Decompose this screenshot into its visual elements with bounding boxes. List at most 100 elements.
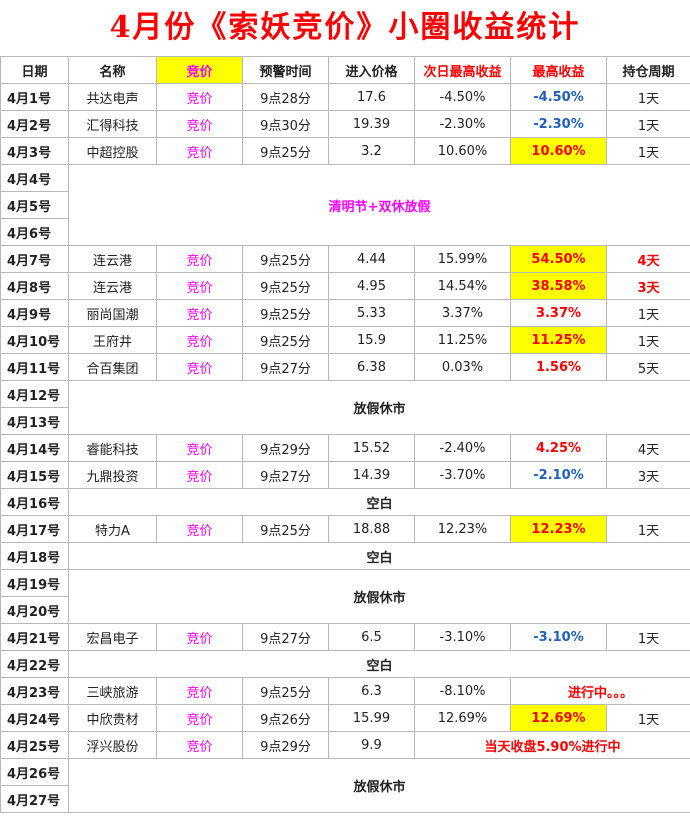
table-row: 4月11号 合百集团 竞价 9点27分 6.38 0.03% 1.56% 5天: [0, 353, 690, 381]
date-cell: 4月9号: [0, 299, 69, 327]
blank-note: 空白: [68, 650, 690, 678]
stock-name: 合百集团: [68, 353, 157, 381]
in-progress-status: 当天收盘5.90%进行中: [414, 731, 690, 759]
max-return: 12.69%: [510, 704, 607, 732]
next-day-high: -2.30%: [414, 110, 511, 138]
holding-period: 4天: [606, 245, 690, 273]
header-name: 名称: [68, 56, 157, 84]
next-day-high: 11.25%: [414, 326, 511, 354]
entry-price: 6.5: [328, 623, 415, 651]
bid-cell: 竞价: [156, 515, 243, 543]
stock-name: 丽尚国潮: [68, 299, 157, 327]
date-cell: 4月5号: [0, 191, 69, 219]
table-row: 4月8号 连云港 竞价 9点25分 4.95 14.54% 38.58% 3天: [0, 272, 690, 300]
bid-cell: 竞价: [156, 461, 243, 489]
market-closed-note: 放假休市: [68, 380, 690, 435]
table-row: 4月12号 放假休市: [0, 380, 690, 435]
holding-period: 1天: [606, 515, 690, 543]
max-return: -2.10%: [510, 461, 607, 489]
holding-period: 1天: [606, 110, 690, 138]
date-cell: 4月24号: [0, 704, 69, 732]
header-row: 日期 名称 竞价 预警时间 进入价格 次日最高收益 最高收益 持仓周期: [0, 56, 690, 84]
header-date: 日期: [0, 56, 69, 84]
holding-period: 1天: [606, 83, 690, 111]
bid-cell: 竞价: [156, 245, 243, 273]
table-row: 4月3号 中超控股 竞价 9点25分 3.2 10.60% 10.60% 1天: [0, 137, 690, 165]
date-cell: 4月3号: [0, 137, 69, 165]
table-row: 4月22号 空白: [0, 650, 690, 678]
next-day-high: 15.99%: [414, 245, 511, 273]
max-return: 11.25%: [510, 326, 607, 354]
entry-price: 6.38: [328, 353, 415, 381]
date-cell: 4月10号: [0, 326, 69, 354]
date-cell: 4月1号: [0, 83, 69, 111]
max-return: 12.23%: [510, 515, 607, 543]
next-day-high: -8.10%: [414, 677, 511, 705]
holding-period: 1天: [606, 326, 690, 354]
alert-time: 9点25分: [242, 677, 329, 705]
entry-price: 15.52: [328, 434, 415, 462]
table-row: 4月23号 三峡旅游 竞价 9点25分 6.3 -8.10% 进行中。。。: [0, 677, 690, 705]
date-cell: 4月19号: [0, 569, 69, 597]
stock-name: 连云港: [68, 272, 157, 300]
date-cell: 4月11号: [0, 353, 69, 381]
max-return: 10.60%: [510, 137, 607, 165]
max-return: 54.50%: [510, 245, 607, 273]
market-closed-note: 放假休市: [68, 569, 690, 624]
entry-price: 4.95: [328, 272, 415, 300]
alert-time: 9点25分: [242, 272, 329, 300]
stock-name: 中欣贵材: [68, 704, 157, 732]
date-cell: 4月18号: [0, 542, 69, 570]
holding-period: 1天: [606, 623, 690, 651]
next-day-high: 14.54%: [414, 272, 511, 300]
alert-time: 9点26分: [242, 704, 329, 732]
bid-cell: 竞价: [156, 299, 243, 327]
date-cell: 4月14号: [0, 434, 69, 462]
max-return: -2.30%: [510, 110, 607, 138]
table-row: 4月21号 宏昌电子 竞价 9点27分 6.5 -3.10% -3.10% 1天: [0, 623, 690, 651]
page-title: 4月份《索妖竞价》小圈收益统计: [109, 10, 581, 45]
max-return: 3.37%: [510, 299, 607, 327]
holiday-note: 清明节+双休放假: [68, 164, 690, 246]
date-cell: 4月6号: [0, 218, 69, 246]
alert-time: 9点25分: [242, 515, 329, 543]
next-day-high: -3.10%: [414, 623, 511, 651]
stock-name: 九鼎投资: [68, 461, 157, 489]
holding-period: 5天: [606, 353, 690, 381]
holding-period: 1天: [606, 299, 690, 327]
date-cell: 4月12号: [0, 380, 69, 408]
entry-price: 14.39: [328, 461, 415, 489]
alert-time: 9点25分: [242, 137, 329, 165]
bid-cell: 竞价: [156, 83, 243, 111]
entry-price: 5.33: [328, 299, 415, 327]
holding-period: 4天: [606, 434, 690, 462]
next-day-high: -4.50%: [414, 83, 511, 111]
table-row: 4月24号 中欣贵材 竞价 9点26分 15.99 12.69% 12.69% …: [0, 704, 690, 732]
stock-name: 睿能科技: [68, 434, 157, 462]
next-day-high: 0.03%: [414, 353, 511, 381]
bid-cell: 竞价: [156, 731, 243, 759]
header-entry-price: 进入价格: [328, 56, 415, 84]
table-row: 4月16号 空白: [0, 488, 690, 516]
entry-price: 4.44: [328, 245, 415, 273]
table-row: 4月9号 丽尚国潮 竞价 9点25分 5.33 3.37% 3.37% 1天: [0, 299, 690, 327]
entry-price: 18.88: [328, 515, 415, 543]
date-cell: 4月23号: [0, 677, 69, 705]
entry-price: 6.3: [328, 677, 415, 705]
date-cell: 4月21号: [0, 623, 69, 651]
holding-period: 3天: [606, 461, 690, 489]
bid-cell: 竞价: [156, 326, 243, 354]
next-day-high: 10.60%: [414, 137, 511, 165]
alert-time: 9点27分: [242, 623, 329, 651]
table-row: 4月17号 特力A 竞价 9点25分 18.88 12.23% 12.23% 1…: [0, 515, 690, 543]
bid-cell: 竞价: [156, 434, 243, 462]
date-cell: 4月27号: [0, 785, 69, 813]
max-return: 38.58%: [510, 272, 607, 300]
entry-price: 3.2: [328, 137, 415, 165]
stock-name: 宏昌电子: [68, 623, 157, 651]
entry-price: 17.6: [328, 83, 415, 111]
table-row: 4月19号 放假休市: [0, 569, 690, 624]
header-next-day-high: 次日最高收益: [414, 56, 511, 84]
stock-name: 中超控股: [68, 137, 157, 165]
date-cell: 4月13号: [0, 407, 69, 435]
